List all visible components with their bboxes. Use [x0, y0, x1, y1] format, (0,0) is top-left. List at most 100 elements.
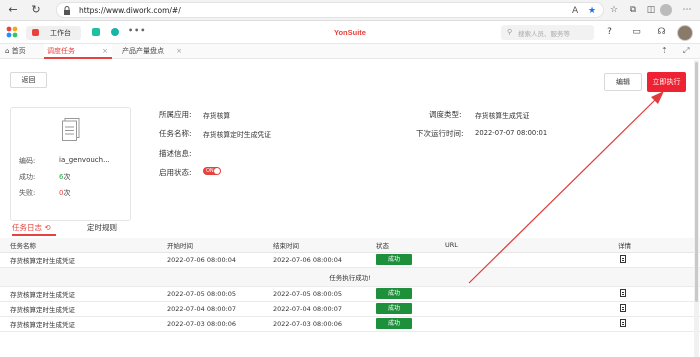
cell-end: 2022-07-06 08:00:04	[273, 252, 376, 268]
detail-icon[interactable]	[620, 288, 626, 297]
cell-end: 2022-07-05 08:00:05	[273, 286, 376, 302]
col-url: URL	[445, 238, 618, 253]
tab-home[interactable]: ⌂ 首页	[5, 44, 26, 59]
cell-task-name: 存货核算定时生成凭证	[0, 286, 167, 302]
success-label: 成功:	[19, 173, 36, 181]
col-status: 状态	[376, 238, 445, 253]
back-arrow-icon[interactable]: ←	[6, 3, 20, 17]
extensions-icon[interactable]: ◫	[645, 4, 657, 16]
cell-detail	[618, 286, 700, 302]
code-value: ia_genvouch...	[59, 156, 110, 164]
browser-profile-avatar[interactable]	[660, 4, 672, 16]
tab-schedule-rule[interactable]: 定时规则	[87, 222, 117, 233]
detail-icon[interactable]	[620, 318, 626, 327]
table-row[interactable]: 存货核算定时生成凭证 2022-07-03 08:00:06 2022-07-0…	[0, 316, 700, 332]
fail-count: 0次	[59, 189, 71, 197]
document-icon	[62, 118, 80, 141]
next-run-value: 2022-07-07 08:00:01	[475, 129, 548, 137]
app-grid-icon[interactable]	[6, 26, 18, 38]
detail-icon[interactable]	[620, 254, 626, 263]
search-placeholder: 搜索人员、服务等	[518, 30, 570, 38]
cell-detail	[618, 316, 700, 332]
workspace-button[interactable]: 工作台	[26, 26, 81, 40]
status-badge: 成功	[376, 254, 412, 265]
read-aloud-icon[interactable]: A	[572, 6, 578, 16]
search-input[interactable]: ⚲ 搜索人员、服务等	[501, 25, 594, 40]
status-badge: 成功	[376, 318, 412, 329]
table-row[interactable]: 存货核算定时生成凭证 2022-07-05 08:00:05 2022-07-0…	[0, 286, 700, 302]
next-run-label: 下次运行时间:	[416, 129, 464, 138]
address-bar[interactable]: https://www.diwork.com/#/ A ★	[56, 2, 604, 18]
tab-product-inventory[interactable]: 产品产量盘点 ×	[118, 44, 186, 59]
close-icon[interactable]: ×	[176, 44, 182, 59]
cell-task-name: 存货核算定时生成凭证	[0, 252, 167, 268]
favorites-icon[interactable]: ☆	[608, 4, 620, 16]
cell-status: 成功	[376, 286, 445, 302]
col-detail: 详情	[618, 238, 700, 253]
schedule-type-value: 存货核算生成凭证	[475, 112, 530, 120]
active-tab-indicator	[12, 234, 56, 236]
description-label: 描述信息:	[159, 149, 192, 158]
execution-message: 任务执行成功!	[0, 267, 700, 287]
help-icon[interactable]: ?	[603, 26, 616, 39]
task-summary-card: 编码: ia_genvouch... 成功: 6次 失败: 0次	[10, 107, 131, 221]
tab-label: 产品产量盘点	[122, 47, 164, 55]
cell-start: 2022-07-04 08:00:07	[167, 301, 273, 317]
status-label: 启用状态:	[159, 168, 192, 177]
schedule-type-label: 调度类型:	[429, 110, 462, 119]
cell-detail	[618, 301, 700, 317]
cell-url	[445, 252, 618, 268]
tab-schedule-task[interactable]: 调度任务 ×	[44, 44, 112, 59]
browser-toolbar: ← ↻ https://www.diwork.com/#/ A ★ ☆ ⧉ ◫ …	[0, 0, 700, 21]
workspace-icon	[32, 29, 39, 36]
cell-start: 2022-07-05 08:00:05	[167, 286, 273, 302]
cell-task-name: 存货核算定时生成凭证	[0, 301, 167, 317]
cell-end: 2022-07-03 08:00:06	[273, 316, 376, 332]
workspace-label: 工作台	[50, 29, 71, 37]
task-name-label: 任务名称:	[159, 129, 192, 138]
code-label: 编码:	[19, 157, 36, 165]
expanded-detail-row: 任务执行成功!	[0, 267, 700, 287]
success-count: 6次	[59, 173, 71, 181]
tab-home-label: 首页	[11, 47, 26, 55]
cell-status: 成功	[376, 301, 445, 317]
app-label: 所属应用:	[159, 110, 192, 119]
back-button[interactable]: 返回	[10, 72, 47, 88]
tab-task-log[interactable]: 任务日志 ⟲	[12, 222, 51, 233]
status-badge: 成功	[376, 303, 412, 314]
notification-icon[interactable]: ▭	[630, 26, 643, 39]
enable-toggle[interactable]: ON	[203, 167, 221, 175]
search-icon: ⚲	[507, 28, 513, 36]
upload-icon[interactable]: ⇡	[661, 46, 668, 55]
more-apps-icon[interactable]: •••	[128, 26, 146, 35]
edit-button[interactable]: 编辑	[604, 73, 642, 91]
table-row[interactable]: 存货核算定时生成凭证 2022-07-06 08:00:04 2022-07-0…	[0, 252, 700, 268]
cell-url	[445, 301, 618, 317]
col-end-time: 结束时间	[273, 238, 376, 253]
cell-url	[445, 286, 618, 302]
headset-icon[interactable]: ☊	[655, 26, 668, 39]
user-avatar[interactable]	[677, 25, 693, 41]
cell-start: 2022-07-03 08:00:06	[167, 316, 273, 332]
detail-icon[interactable]	[620, 303, 626, 312]
close-icon[interactable]: ×	[102, 44, 108, 59]
table-row[interactable]: 存货核算定时生成凭证 2022-07-04 08:00:07 2022-07-0…	[0, 301, 700, 317]
star-icon[interactable]: ★	[588, 6, 596, 16]
cell-end: 2022-07-04 08:00:07	[273, 301, 376, 317]
cell-detail	[618, 252, 700, 268]
run-now-button[interactable]: 立即执行	[647, 72, 686, 92]
scrollbar-thumb[interactable]	[695, 62, 698, 302]
task-name-value: 存货核算定时生成凭证	[203, 131, 271, 139]
cell-status: 成功	[376, 316, 445, 332]
browser-menu-icon[interactable]: ⋯	[681, 4, 693, 16]
chat-app-icon[interactable]	[111, 28, 119, 36]
toggle-text: ON	[206, 168, 214, 174]
fullscreen-icon[interactable]: ⤢	[683, 46, 689, 56]
collections-icon[interactable]: ⧉	[627, 4, 639, 16]
lock-icon	[64, 6, 70, 15]
message-app-icon[interactable]	[92, 28, 100, 36]
cell-task-name: 存货核算定时生成凭证	[0, 316, 167, 332]
cell-status: 成功	[376, 252, 445, 268]
refresh-log-icon[interactable]: ⟲	[44, 223, 50, 232]
refresh-icon[interactable]: ↻	[29, 3, 43, 17]
